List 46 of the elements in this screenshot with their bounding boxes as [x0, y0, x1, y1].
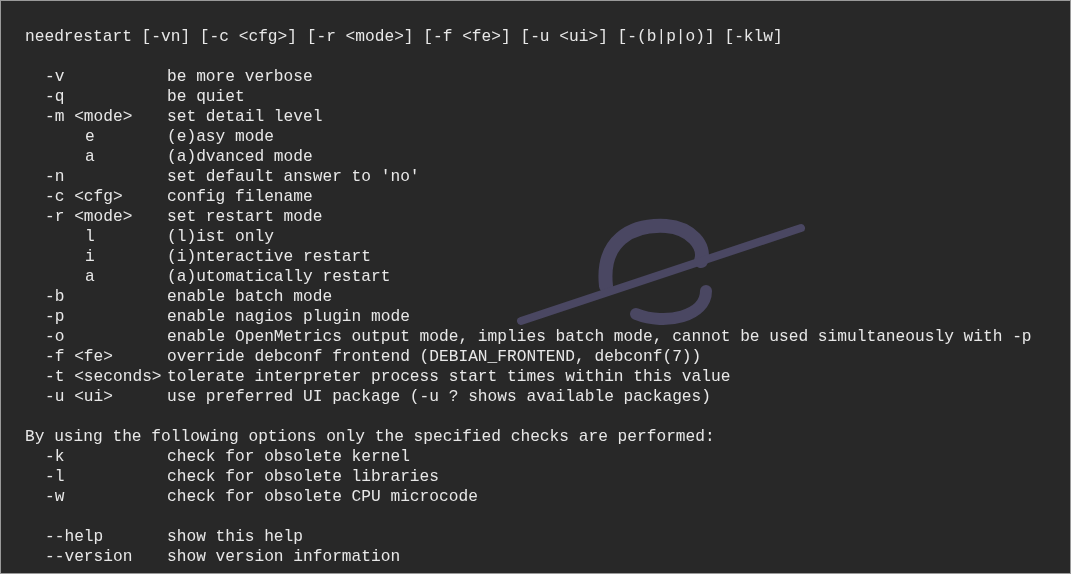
mode-value-text: e — [85, 128, 95, 146]
option-description: config filename — [167, 187, 313, 207]
option-description: enable nagios plugin mode — [167, 307, 410, 327]
option-flag-text: -m <mode> — [45, 108, 133, 126]
option-description: use preferred UI package (-u ? shows available packages) — [167, 387, 711, 407]
option-description: tolerate interpreter process start times within this value — [167, 367, 731, 387]
option-flag-text: -o — [45, 328, 65, 346]
option-description: be quiet — [167, 87, 245, 107]
mode-description: (e)asy mode — [167, 127, 274, 147]
option-flag-text: -t <seconds> — [45, 368, 162, 386]
option-flag-text: -v — [45, 68, 65, 86]
mode-description: (i)nteractive restart — [167, 247, 371, 267]
option-description: enable OpenMetrics output mode, implies batch mode, cannot be used simultaneously with -p — [167, 327, 1032, 347]
option-flag-text: --version — [45, 548, 133, 566]
option-flag-text: -c <cfg> — [45, 188, 123, 206]
option-flag-text: -u <ui> — [45, 388, 113, 406]
option-description: override debconf frontend (DEBIAN_FRONTEND, debconf(7)) — [167, 347, 702, 367]
option-description: be more verbose — [167, 67, 313, 87]
option-description: check for obsolete CPU microcode — [167, 487, 478, 507]
mode-value-text: a — [85, 268, 95, 286]
usage-line: needrestart [-vn] [-c <cfg>] [-r <mode>] [-f <fe>] [-u <ui>] [-(b|p|o)] [-klw] — [25, 27, 783, 47]
option-flag-text: -q — [45, 88, 65, 106]
mode-description: (a)utomatically restart — [167, 267, 391, 287]
option-description: check for obsolete libraries — [167, 467, 439, 487]
option-description: set detail level — [167, 107, 323, 127]
option-flag-text: -w — [45, 488, 65, 506]
option-flag-text: -n — [45, 168, 65, 186]
mode-value-text: l — [85, 228, 95, 246]
option-description: show this help — [167, 527, 303, 547]
option-description: set restart mode — [167, 207, 323, 227]
option-flag-text: --help — [45, 528, 104, 546]
option-flag-text: -p — [45, 308, 65, 326]
mode-description: (l)ist only — [167, 227, 274, 247]
option-flag-text: -l — [45, 468, 65, 486]
option-flag-text: -b — [45, 288, 65, 306]
option-flag-text: -f <fe> — [45, 348, 113, 366]
option-flag-text: -r <mode> — [45, 208, 133, 226]
option-flag-text: -k — [45, 448, 65, 466]
option-description: enable batch mode — [167, 287, 333, 307]
mode-value-text: a — [85, 148, 95, 166]
option-description: set default answer to 'no' — [167, 167, 420, 187]
option-description: show version information — [167, 547, 401, 567]
checks-heading: By using the following options only the specified checks are performed: — [25, 427, 715, 447]
option-description: check for obsolete kernel — [167, 447, 410, 467]
mode-description: (a)dvanced mode — [167, 147, 313, 167]
mode-value-text: i — [85, 248, 95, 266]
